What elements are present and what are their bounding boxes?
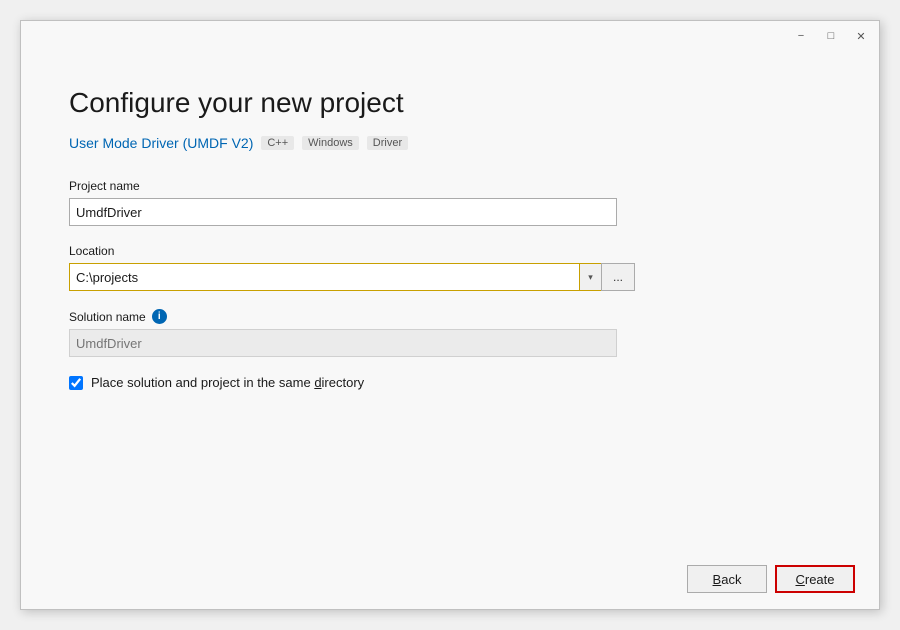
footer: Back Create [21, 553, 879, 609]
back-button[interactable]: Back [687, 565, 767, 593]
location-browse-button[interactable]: ... [601, 263, 635, 291]
project-name-label: Project name [69, 179, 831, 193]
location-input[interactable] [69, 263, 579, 291]
content-area: Configure your new project User Mode Dri… [21, 51, 879, 553]
tag-cpp: C++ [261, 136, 294, 150]
maximize-button[interactable]: □ [817, 26, 845, 46]
same-directory-checkbox[interactable] [69, 376, 83, 390]
solution-name-group: Solution name i [69, 309, 831, 357]
title-bar: − □ ✕ [21, 21, 879, 51]
location-dropdown-button[interactable]: ▾ [579, 263, 601, 291]
same-directory-label[interactable]: Place solution and project in the same d… [91, 375, 364, 390]
location-group: Location ▾ ... [69, 244, 831, 291]
project-name-group: Project name [69, 179, 831, 226]
solution-name-label: Solution name [69, 310, 146, 324]
subtitle-row: User Mode Driver (UMDF V2) C++ Windows D… [69, 135, 831, 151]
tag-driver: Driver [367, 136, 408, 150]
form: Project name Location ▾ ... Solution nam… [69, 179, 831, 529]
project-name-input[interactable] [69, 198, 617, 226]
solution-name-input[interactable] [69, 329, 617, 357]
location-label: Location [69, 244, 831, 258]
template-name: User Mode Driver (UMDF V2) [69, 135, 253, 151]
solution-name-label-row: Solution name i [69, 309, 831, 324]
tag-windows: Windows [302, 136, 359, 150]
create-button[interactable]: Create [775, 565, 855, 593]
page-title: Configure your new project [69, 87, 831, 119]
minimize-button[interactable]: − [787, 26, 815, 46]
info-icon[interactable]: i [152, 309, 167, 324]
location-row: ▾ ... [69, 263, 831, 291]
close-button[interactable]: ✕ [847, 26, 875, 46]
main-window: − □ ✕ Configure your new project User Mo… [20, 20, 880, 610]
same-directory-row: Place solution and project in the same d… [69, 375, 831, 390]
